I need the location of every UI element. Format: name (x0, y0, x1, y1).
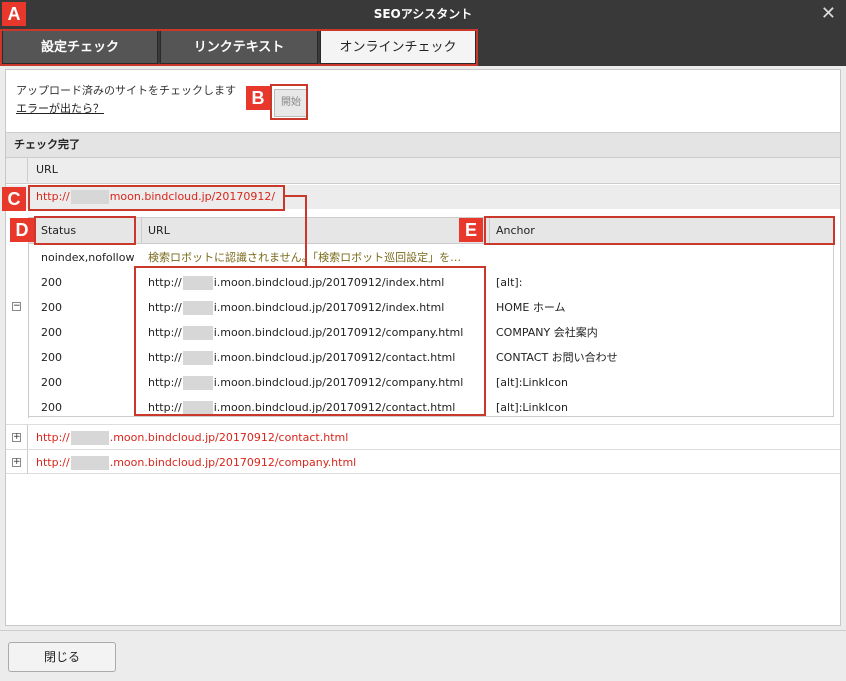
table-row[interactable]: 200 http:// i.moon.bindcloud.jp/20170912/… (29, 320, 833, 345)
intro-line: アップロード済みのサイトをチェックします (16, 84, 236, 97)
results-header: チェック完了 (6, 132, 840, 158)
annotation-label-b: B (246, 86, 270, 110)
url-text: i.moon.bindcloud.jp/20170912/company.htm… (213, 376, 464, 389)
gutter (7, 218, 29, 418)
status-cell: 200 (41, 401, 62, 414)
anchor-cell: [alt]:LinkIcon (496, 376, 568, 389)
status-cell: 200 (41, 301, 62, 314)
redacted-block (182, 376, 213, 390)
url-prefix: http:// (148, 376, 182, 389)
status-cell: 200 (41, 326, 62, 339)
site-url: .moon.bindcloud.jp/20170912/contact.html (109, 431, 349, 444)
status-cell: 200 (41, 276, 62, 289)
tab-link-text[interactable]: リンクテキスト (160, 30, 318, 64)
url-cell: http:// i.moon.bindcloud.jp/20170912/inde… (141, 295, 486, 320)
url-prefix: http:// (148, 351, 182, 364)
annotation-label-d: D (10, 218, 34, 242)
url-cell: 検索ロボットに認識されません。「検索ロボット巡回設定」を… (141, 245, 486, 270)
annotation-label-a: A (2, 2, 26, 26)
status-cell: 200 (41, 351, 62, 364)
online-check-panel: アップロード済みのサイトをチェックします エラーが出たら？ 開始 チェック完了 … (5, 69, 841, 626)
redacted-block (182, 326, 213, 340)
status-column-header[interactable]: Status (41, 218, 137, 243)
redacted-block (182, 351, 213, 365)
redacted-block (70, 431, 109, 445)
site-url-prefix: http:// (36, 456, 70, 469)
url-text: i.moon.bindcloud.jp/20170912/index.html (213, 276, 445, 289)
table-row[interactable]: 200 http:// i.moon.bindcloud.jp/20170912/… (29, 370, 833, 395)
url-detail-column-header[interactable]: URL (141, 218, 486, 243)
url-cell: http:// i.moon.bindcloud.jp/20170912/comp… (141, 320, 486, 345)
redacted-block (182, 276, 213, 290)
collapse-icon[interactable]: − (12, 302, 21, 311)
url-text: i.moon.bindcloud.jp/20170912/contact.htm… (213, 401, 456, 414)
site-url-prefix: http:// (36, 431, 70, 444)
annotation-label-e: E (459, 218, 483, 242)
site-url-prefix: http:// (36, 190, 70, 203)
anchor-cell: [alt]: (496, 276, 523, 289)
url-prefix: http:// (148, 326, 182, 339)
url-cell: http:// i.moon.bindcloud.jp/20170912/cont… (141, 345, 486, 370)
url-text: i.moon.bindcloud.jp/20170912/contact.htm… (213, 351, 456, 364)
redacted-block (70, 190, 109, 204)
status-cell: noindex,nofollow (41, 251, 135, 264)
dialog-footer: 閉じる (0, 630, 846, 681)
error-help-link[interactable]: エラーが出たら？ (16, 100, 236, 118)
annotation-label-c: C (2, 187, 26, 211)
url-text: i.moon.bindcloud.jp/20170912/company.htm… (213, 326, 464, 339)
url-column-header: URL (6, 158, 840, 184)
close-button[interactable]: 閉じる (8, 642, 116, 672)
status-cell: 200 (41, 376, 62, 389)
redacted-block (70, 456, 109, 470)
window-title: SEOアシスタント (373, 7, 473, 21)
tab-settings-check[interactable]: 設定チェック (2, 30, 158, 64)
table-row[interactable]: noindex,nofollow 検索ロボットに認識されません。「検索ロボット巡… (29, 245, 833, 270)
intro-text: アップロード済みのサイトをチェックします エラーが出たら？ (16, 82, 236, 118)
start-button[interactable]: 開始 (274, 89, 308, 117)
link-detail-table: − Status URL Anchor noindex,nofollow 検索ロ… (12, 217, 834, 420)
tab-bar: 設定チェック リンクテキスト オンラインチェック (0, 28, 846, 66)
window-titlebar: SEOアシスタント ✕ (0, 0, 846, 28)
anchor-cell: HOME ホーム (496, 301, 566, 314)
detail-header-row: Status URL Anchor (29, 218, 833, 244)
anchor-cell (489, 245, 829, 270)
table-row[interactable]: 200 http:// i.moon.bindcloud.jp/20170912/… (29, 295, 833, 320)
site-url: .moon.bindcloud.jp/20170912/company.html (109, 456, 357, 469)
site-row-collapsed[interactable]: + http:// .moon.bindcloud.jp/20170912/con… (6, 424, 840, 449)
url-prefix: http:// (148, 276, 182, 289)
anchor-cell: COMPANY 会社案内 (496, 326, 598, 339)
site-row-collapsed[interactable]: + http:// .moon.bindcloud.jp/20170912/com… (6, 449, 840, 474)
expand-icon[interactable]: + (12, 458, 21, 467)
table-row[interactable]: 200 http:// i.moon.bindcloud.jp/20170912/… (29, 270, 833, 295)
url-text: i.moon.bindcloud.jp/20170912/index.html (213, 301, 445, 314)
connector-line (284, 195, 307, 197)
url-cell: http:// i.moon.bindcloud.jp/20170912/inde… (141, 270, 486, 295)
anchor-column-header[interactable]: Anchor (489, 218, 829, 243)
anchor-cell: [alt]:LinkIcon (496, 401, 568, 414)
tab-online-check[interactable]: オンラインチェック (320, 30, 476, 64)
url-prefix: http:// (148, 401, 182, 414)
anchor-cell: CONTACT お問い合わせ (496, 351, 618, 364)
redacted-block (182, 301, 213, 315)
url-prefix: http:// (148, 301, 182, 314)
table-row[interactable]: 200 http:// i.moon.bindcloud.jp/20170912/… (29, 345, 833, 370)
connector-line (305, 195, 307, 267)
gutter (6, 158, 28, 182)
site-url: moon.bindcloud.jp/20170912/ (109, 190, 276, 203)
url-header-label: URL (36, 163, 58, 176)
expand-icon[interactable]: + (12, 433, 21, 442)
url-cell: http:// i.moon.bindcloud.jp/20170912/cont… (141, 395, 486, 420)
url-cell: http:// i.moon.bindcloud.jp/20170912/comp… (141, 370, 486, 395)
site-row-expanded[interactable]: http:// moon.bindcloud.jp/20170912/ (6, 185, 840, 209)
close-icon[interactable]: ✕ (821, 0, 836, 28)
table-row[interactable]: 200 http:// i.moon.bindcloud.jp/20170912/… (29, 395, 833, 420)
redacted-block (182, 401, 213, 415)
